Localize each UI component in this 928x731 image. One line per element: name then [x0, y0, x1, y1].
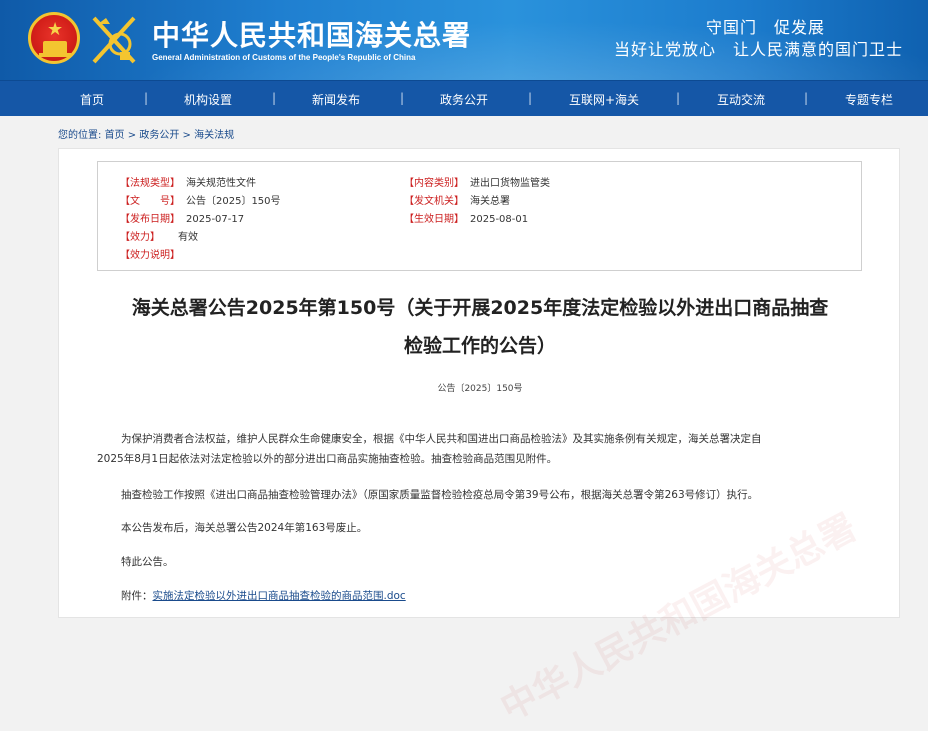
- meta-category-label: 【内容类别】: [404, 178, 464, 189]
- nav-item-news[interactable]: 新闻发布: [312, 91, 360, 108]
- meta-category: 【内容类别】 进出口货物监管类: [404, 174, 550, 189]
- document-title: 海关总署公告2025年第150号（关于开展2025年度法定检验以外进出口商品抽查…: [59, 289, 901, 365]
- content-panel: 【法规类型】 海关规范性文件 【内容类别】 进出口货物监管类 【文 号】 公告〔202…: [58, 148, 901, 729]
- main-nav: 首页 | 机构设置 | 新闻发布 | 政务公开 | 互联网+海关 | 互动交流 …: [0, 80, 928, 116]
- meta-issuer: 【发文机关】 海关总署: [404, 192, 510, 207]
- breadcrumb-separator: >: [182, 130, 191, 141]
- slogan-line2: 当好让党放心 让人民满意的国门卫士: [614, 40, 904, 59]
- meta-number: 【文 号】 公告〔2025〕150号: [120, 192, 281, 207]
- meta-category-value: 进出口货物监管类: [470, 178, 550, 189]
- nav-separator: |: [144, 91, 149, 105]
- meta-effective-date-label: 【生效日期】: [404, 214, 464, 225]
- meta-effective-date: 【生效日期】 2025-08-01: [404, 210, 528, 225]
- meta-issuer-label: 【发文机关】: [404, 196, 464, 207]
- nav-separator: |: [528, 91, 533, 105]
- meta-issue-date: 【发布日期】 2025-07-17: [120, 210, 244, 225]
- document-number: 公告〔2025〕150号: [437, 384, 523, 394]
- meta-issue-date-value: 2025-07-17: [186, 214, 245, 225]
- national-emblem-icon[interactable]: ★: [28, 12, 80, 64]
- breadcrumb-customs-regulations[interactable]: 海关法规: [194, 130, 234, 141]
- meta-validity-note: 【效力说明】: [120, 246, 180, 261]
- document-metadata-box: 【法规类型】 海关规范性文件 【内容类别】 进出口货物监管类 【文 号】 公告〔202…: [97, 161, 862, 271]
- nav-item-organization[interactable]: 机构设置: [184, 91, 232, 108]
- nav-separator: |: [676, 91, 681, 105]
- meta-type: 【法规类型】 海关规范性文件: [120, 174, 256, 189]
- breadcrumb-separator: >: [127, 130, 137, 141]
- paragraph-3: 本公告发布后，海关总署公告2024年第163号废止。: [121, 522, 368, 534]
- document-title-line1: 海关总署公告2025年第150号（关于开展2025年度法定检验以外进出口商品抽查: [131, 297, 829, 319]
- meta-issuer-value: 海关总署: [470, 196, 510, 207]
- meta-number-label: 【文 号】: [120, 196, 180, 207]
- meta-type-value: 海关规范性文件: [186, 178, 256, 189]
- nav-item-home[interactable]: 首页: [80, 91, 104, 108]
- paragraph-1: 为保护消费者合法权益，维护人民群众生命健康安全，根据《中华人民共和国进出口商品检…: [97, 429, 867, 469]
- breadcrumb: 您的位置: 首页 > 政务公开 > 海关法规: [58, 126, 234, 141]
- slogan-line1: 守国门 促发展: [706, 18, 826, 37]
- paragraph-2: 抽查检验工作按照《进出口商品抽查检验管理办法》（原国家质量监督检验检疫总局令第3…: [121, 489, 759, 501]
- paragraph-1-line2: 2025年8月1日起依法对法定检验以外的部分进出口商品实施抽查检验。抽查检验商品…: [97, 453, 558, 465]
- nav-item-special-topics[interactable]: 专题专栏: [845, 91, 893, 108]
- meta-type-label: 【法规类型】: [120, 178, 180, 189]
- meta-validity-note-label: 【效力说明】: [120, 250, 180, 261]
- nav-separator: |: [804, 91, 809, 105]
- nav-separator: |: [272, 91, 277, 105]
- breadcrumb-home[interactable]: 首页: [105, 130, 125, 141]
- meta-validity: 【效力】 有效: [120, 228, 198, 243]
- site-subtitle: General Administration of Customs of the…: [152, 53, 416, 62]
- nav-item-government-affairs[interactable]: 政务公开: [440, 91, 488, 108]
- breadcrumb-prefix: 您的位置:: [58, 130, 102, 141]
- meta-validity-value: 有效: [178, 232, 198, 243]
- nav-item-interaction[interactable]: 互动交流: [717, 91, 765, 108]
- paragraph-1-line1: 为保护消费者合法权益，维护人民群众生命健康安全，根据《中华人民共和国进出口商品检…: [121, 433, 762, 445]
- site-header: ★ 中华人民共和国海关总署 General Administration of …: [0, 0, 928, 80]
- meta-effective-date-value: 2025-08-01: [470, 214, 529, 225]
- nav-separator: |: [400, 91, 405, 105]
- meta-issue-date-label: 【发布日期】: [120, 214, 180, 225]
- meta-number-value: 公告〔2025〕150号: [186, 196, 281, 207]
- attachment-label: 附件：: [121, 590, 153, 602]
- customs-emblem-icon: [92, 16, 136, 64]
- attachment-link[interactable]: 实施法定检验以外进出口商品抽查检验的商品范围.doc: [153, 590, 406, 602]
- meta-validity-label: 【效力】: [120, 232, 160, 243]
- nav-item-internet-customs[interactable]: 互联网+海关: [569, 91, 639, 108]
- document-title-line2: 检验工作的公告）: [403, 335, 556, 357]
- site-title[interactable]: 中华人民共和国海关总署: [152, 14, 471, 54]
- breadcrumb-government-affairs[interactable]: 政务公开: [139, 130, 179, 141]
